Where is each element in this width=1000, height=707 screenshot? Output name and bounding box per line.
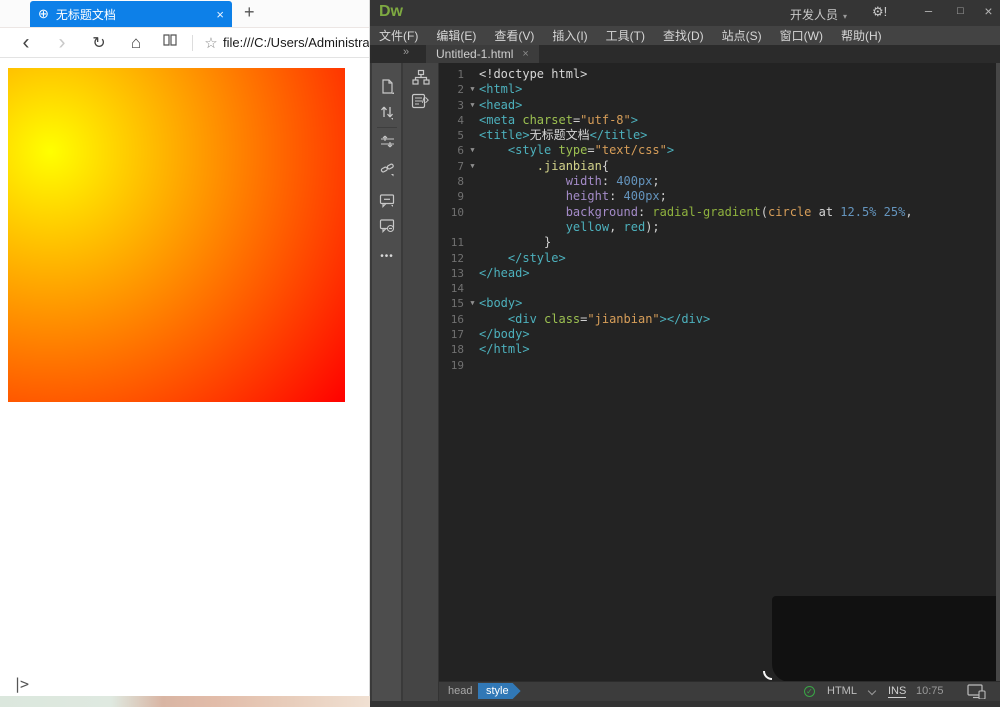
menu-item-工具(T)[interactable]: 工具(T)	[597, 27, 654, 44]
doctype-selector[interactable]: HTML	[827, 685, 857, 697]
code-line[interactable]: 16 <div class="jianbian"></div>	[439, 312, 996, 327]
sync-settings-gear-icon[interactable]: ⚙!	[872, 4, 887, 20]
insert-mode-label[interactable]: INS	[888, 685, 906, 698]
code-line[interactable]: 2▼<html>	[439, 82, 996, 97]
menu-item-站点(S)[interactable]: 站点(S)	[713, 27, 771, 44]
fold-arrow-icon[interactable]: ▼	[466, 296, 479, 311]
chevron-down-icon: ▾	[843, 12, 847, 21]
open-documents-icon[interactable]	[372, 79, 402, 95]
code-line[interactable]: 8 width: 400px;	[439, 174, 996, 189]
forward-icon: ›	[48, 31, 76, 55]
bottom-right-overlay	[772, 596, 996, 682]
menu-item-编辑(E)[interactable]: 编辑(E)	[427, 27, 485, 44]
apply-comment-icon[interactable]	[372, 193, 402, 208]
tag-selector-style[interactable]: style	[478, 683, 521, 699]
desktop-wallpaper	[0, 696, 370, 707]
dw-panel-dock	[403, 63, 439, 701]
fold-arrow-icon[interactable]: ▼	[466, 82, 479, 97]
menu-item-帮助(H)[interactable]: 帮助(H)	[832, 27, 891, 44]
menu-item-查看(V)[interactable]: 查看(V)	[485, 27, 543, 44]
dw-menubar: 文件(F)编辑(E)查看(V)插入(I)工具(T)查找(D)站点(S)窗口(W)…	[370, 26, 1000, 45]
tag-selector-head[interactable]: head	[448, 685, 472, 697]
dw-tabbar: » Untitled-1.html ×	[370, 45, 1000, 63]
tab-close-icon[interactable]: ×	[216, 7, 224, 22]
dw-statusbar: head style ✓ HTML INS 10:75	[439, 681, 1000, 701]
browser-toolbar: ‹ › ↻ ⌂ ☆ file:///C:/Users/Administrator…	[0, 27, 369, 58]
snippets-panel-icon[interactable]	[403, 93, 439, 115]
code-line[interactable]: 9 height: 400px;	[439, 189, 996, 204]
code-lines: 1<!doctype html>2▼<html>3▼<head>4<meta c…	[439, 63, 996, 373]
fold-arrow-icon[interactable]: ▼	[466, 143, 479, 158]
lint-ok-icon: ✓	[804, 686, 815, 697]
code-line[interactable]: 12 </style>	[439, 251, 996, 266]
sidebar-expand-icon[interactable]: |>	[13, 675, 27, 693]
menu-item-文件(F)[interactable]: 文件(F)	[370, 27, 427, 44]
code-line[interactable]: 19	[439, 358, 996, 373]
linting-links-icon[interactable]	[372, 162, 402, 177]
more-tools-icon[interactable]: •••	[372, 251, 402, 262]
browser-window: ⊕ 无标题文档 × + ‹ › ↻ ⌂ ☆ file:///C:/Users/A…	[0, 0, 370, 696]
code-line[interactable]: 10 background: radial-gradient(circle at…	[439, 205, 996, 220]
dw-logo: Dw	[379, 3, 403, 21]
code-editor[interactable]: 1<!doctype html>2▼<html>3▼<head>4<meta c…	[439, 63, 996, 681]
workspace-label: 开发人员	[790, 8, 838, 22]
menu-item-窗口(W)[interactable]: 窗口(W)	[771, 27, 832, 44]
code-line[interactable]: 18</html>	[439, 342, 996, 357]
code-line[interactable]: yellow, red);	[439, 220, 996, 235]
remove-comment-icon[interactable]	[372, 218, 402, 233]
code-line[interactable]: 3▼<head>	[439, 98, 996, 113]
gradient-div	[8, 68, 345, 402]
browser-tab[interactable]: ⊕ 无标题文档 ×	[30, 1, 232, 27]
code-line[interactable]: 14	[439, 281, 996, 296]
dw-titlebar: Dw 开发人员 ▾ ⚙! – □ ×	[370, 0, 1000, 26]
new-tab-button[interactable]: +	[244, 2, 255, 23]
code-line[interactable]: 13</head>	[439, 266, 996, 281]
code-line[interactable]: 5<title>无标题文档</title>	[439, 128, 996, 143]
reading-list-icon[interactable]	[156, 33, 184, 52]
bookmark-star-icon[interactable]: ☆	[199, 34, 223, 52]
fold-arrow-icon[interactable]: ▼	[466, 98, 479, 113]
browser-tabstrip: ⊕ 无标题文档 × +	[0, 0, 369, 27]
code-line[interactable]: 1<!doctype html>	[439, 67, 996, 82]
toolbar-divider	[192, 35, 193, 51]
home-icon[interactable]: ⌂	[122, 33, 150, 53]
code-line[interactable]: 11 }	[439, 235, 996, 250]
browser-viewport: |>	[0, 59, 369, 696]
menu-item-查找(D)[interactable]: 查找(D)	[654, 27, 713, 44]
reload-icon[interactable]: ↻	[84, 33, 114, 53]
dom-panel-icon[interactable]	[403, 69, 439, 91]
toolbar-divider	[377, 127, 397, 128]
document-tab-close-icon[interactable]: ×	[522, 48, 528, 60]
back-icon[interactable]: ‹	[12, 31, 40, 55]
address-bar[interactable]: file:///C:/Users/Administrator/D	[223, 35, 369, 50]
dreamweaver-window: Dw 开发人员 ▾ ⚙! – □ × 文件(F)编辑(E)查看(V)插入(I)工具…	[370, 0, 1000, 707]
window-edge	[996, 63, 1000, 701]
fold-arrow-icon[interactable]: ▼	[466, 159, 479, 174]
tab-overflow-icon[interactable]: »	[403, 46, 409, 58]
code-line[interactable]: 7▼ .jianbian{	[439, 159, 996, 174]
code-line[interactable]: 4<meta charset="utf-8">	[439, 113, 996, 128]
maximize-button[interactable]: □	[945, 0, 976, 22]
format-source-icon[interactable]	[372, 135, 402, 149]
close-button[interactable]: ×	[977, 0, 1000, 22]
window-bottom-edge	[370, 701, 1000, 707]
cursor-position: 10:75	[916, 685, 944, 697]
document-tab[interactable]: Untitled-1.html ×	[426, 45, 539, 63]
code-line[interactable]: 6▼ <style type="text/css">	[439, 143, 996, 158]
doctype-chevron-icon[interactable]	[868, 687, 876, 695]
code-line[interactable]: 17</body>	[439, 327, 996, 342]
browser-tab-title: 无标题文档	[56, 6, 211, 23]
globe-icon: ⊕	[38, 6, 49, 22]
code-line[interactable]: 15▼<body>	[439, 296, 996, 311]
workspace-switcher[interactable]: 开发人员 ▾	[790, 6, 847, 23]
minimize-button[interactable]: –	[913, 0, 944, 22]
document-tab-label: Untitled-1.html	[436, 47, 513, 61]
menu-item-插入(I)[interactable]: 插入(I)	[543, 27, 596, 44]
sort-lines-icon[interactable]	[372, 105, 402, 120]
dw-left-toolbar: •••	[372, 63, 402, 701]
